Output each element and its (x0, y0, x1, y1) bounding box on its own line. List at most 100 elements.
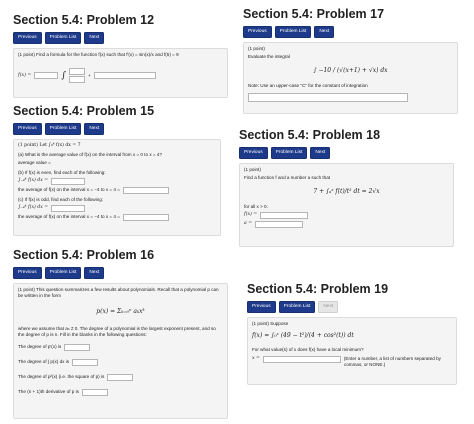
problem-intro: (1 point) This question summarizes a few… (18, 287, 219, 299)
problem-list-button[interactable]: Problem List (270, 147, 308, 159)
part-c2-row: the average of f(x) on the interval x = … (18, 214, 216, 222)
nav-bar: Previous Problem List Next (239, 147, 454, 159)
part-c2-input[interactable] (122, 214, 169, 222)
q1-input[interactable] (64, 344, 91, 352)
problem-list-button[interactable]: Problem List (44, 267, 82, 279)
q1-row: The degree of p′(x) is (18, 344, 223, 352)
previous-button[interactable]: Previous (243, 26, 272, 38)
next-button[interactable]: Next (84, 267, 105, 279)
point-label: (1 point) (244, 167, 261, 172)
equation-formula: 7 + ∫ₐˣ f(t)/t² dt = 2√x (313, 188, 380, 196)
plus-sign: + (87, 72, 91, 78)
q4-row: The (n + 1)th derivative of p is (18, 389, 223, 397)
nav-bar: Previous Problem List Next (13, 32, 228, 44)
part-b1-input[interactable] (51, 177, 86, 185)
average-value-label: average value = (18, 160, 51, 166)
answer-input[interactable] (248, 92, 408, 102)
part-c2-label: the average of f(x) on the interval x = … (18, 214, 120, 220)
problem-box: (1 point) Suppose f(x) = ∫₀ˣ (49 − t²)/(… (247, 317, 457, 385)
part-c-question: (c) If f(x) is odd, find each of the fol… (18, 196, 104, 202)
nav-bar: Previous Problem List Next (13, 123, 221, 135)
problem-17-panel: Section 5.4: Problem 17 Previous Problem… (243, 7, 458, 114)
q1-label: The degree of p′(x) is (18, 344, 62, 350)
f-input[interactable] (260, 211, 309, 219)
problem-box: (1 point) Evaluate the integral ∫ −10 / … (243, 42, 458, 114)
f-row: f(x) = (244, 211, 449, 219)
part-b1-row: ∫₋₄⁴ f(x) dx = (18, 177, 216, 185)
q4-label: The (n + 1)th derivative of p is (18, 389, 79, 395)
domain-text: for all x > 0. (244, 203, 268, 209)
part-c1-label: ∫₋₄⁴ f(x) dx = (18, 205, 49, 211)
integrand-input[interactable] (68, 76, 85, 84)
problem-15-panel: Section 5.4: Problem 15 Previous Problem… (13, 104, 221, 236)
q3-row: The degree of p²(x) (i.e. the square of … (18, 374, 223, 382)
nav-bar: Previous Problem List Next (243, 26, 458, 38)
point-label: (1 point) (248, 46, 265, 51)
part-b1-label: ∫₋₄⁴ f(x) dx = (18, 178, 49, 184)
constant-input[interactable] (93, 72, 156, 80)
problem-list-button[interactable]: Problem List (44, 123, 82, 135)
problem-box: (1 point) This question summarizes a few… (13, 283, 228, 419)
previous-button[interactable]: Previous (13, 32, 42, 44)
a-input[interactable] (255, 220, 304, 228)
problem-box: (1 point) Find a formula for the functio… (13, 48, 228, 98)
answer-row: f(x) = ∫ + (18, 68, 223, 84)
note-text: Note: Use an upper-case "C" for the cons… (248, 82, 368, 88)
problem-prompt: (1 point) Find a formula for the functio… (18, 52, 179, 57)
problem-16-panel: Section 5.4: Problem 16 Previous Problem… (13, 248, 228, 419)
problem-intro: (1 point) Let ∫₀⁴ f(x) dx = 7 (18, 143, 81, 148)
nav-bar: Previous Problem List Next (247, 301, 457, 313)
previous-button[interactable]: Previous (13, 123, 42, 135)
limits-group (68, 68, 85, 84)
nav-bar: Previous Problem List Next (13, 267, 228, 279)
part-a-row: average value = (18, 160, 216, 166)
part-c1-row: ∫₋₄⁴ f(x) dx = (18, 205, 216, 213)
part-b-question: (b) If f(x) is even, find each of the fo… (18, 169, 106, 175)
part-a-question: (a) What is the average value of f(x) on… (18, 152, 163, 158)
a-row: a = (244, 220, 449, 228)
x-input[interactable] (262, 355, 341, 363)
problem-19-panel: Section 5.4: Problem 19 Previous Problem… (247, 282, 457, 385)
page-title: Section 5.4: Problem 19 (247, 282, 389, 296)
point-label: (1 point) Suppose (252, 321, 289, 326)
q3-label: The degree of p²(x) (i.e. the square of … (18, 374, 105, 380)
next-button[interactable]: Next (84, 32, 105, 44)
next-button[interactable]: Next (318, 301, 339, 313)
q2-input[interactable] (72, 359, 99, 367)
problem-list-button[interactable]: Problem List (274, 26, 312, 38)
part-b2-row: the average of f(x) on the interval x = … (18, 186, 216, 194)
integral-sign: ∫ (61, 70, 66, 81)
page-title: Section 5.4: Problem 15 (13, 104, 155, 118)
problem-prompt: Evaluate the integral (248, 54, 290, 60)
next-button[interactable]: Next (314, 26, 335, 38)
polynomial-formula: p(x) = Σₖ₌₀ⁿ aₖxᵏ (96, 308, 145, 316)
x-row: x = (Enter a number, a list of numbers s… (252, 355, 452, 368)
problem-list-button[interactable]: Problem List (44, 32, 82, 44)
q3-input[interactable] (107, 374, 134, 382)
answer-label: f(x) = (18, 72, 32, 78)
part-c1-input[interactable] (51, 205, 86, 213)
function-formula: f(x) = ∫₀ˣ (49 − t²)/(4 + cos²(t)) dt (252, 332, 354, 340)
part-b2-input[interactable] (122, 186, 169, 194)
page-title: Section 5.4: Problem 18 (239, 128, 381, 142)
problem-list-button[interactable]: Problem List (278, 301, 316, 313)
explanation-text: where we assume that aₙ ≠ 0. The degree … (18, 325, 216, 337)
q2-row: The degree of ∫ p(x) dx is (18, 359, 223, 367)
q4-input[interactable] (81, 389, 108, 397)
input-hint: (Enter a number, a list of numbers separ… (343, 355, 441, 367)
integral-lower-limit-input[interactable] (34, 72, 59, 80)
next-button[interactable]: Next (84, 123, 105, 135)
next-button[interactable]: Next (310, 147, 331, 159)
previous-button[interactable]: Previous (239, 147, 268, 159)
problem-18-panel: Section 5.4: Problem 18 Previous Problem… (239, 128, 454, 247)
problem-question: For what value(s) of x does f(x) have a … (252, 347, 364, 353)
x-label: x = (252, 355, 260, 361)
previous-button[interactable]: Previous (247, 301, 276, 313)
problem-prompt: Find a function f and a number a such th… (244, 175, 331, 181)
a-label: a = (244, 221, 253, 227)
previous-button[interactable]: Previous (13, 267, 42, 279)
page-title: Section 5.4: Problem 17 (243, 7, 385, 21)
problem-box: (1 point) Let ∫₀⁴ f(x) dx = 7 (a) What i… (13, 139, 221, 236)
q2-label: The degree of ∫ p(x) dx is (18, 359, 70, 365)
integral-upper-limit-input[interactable] (68, 68, 85, 76)
